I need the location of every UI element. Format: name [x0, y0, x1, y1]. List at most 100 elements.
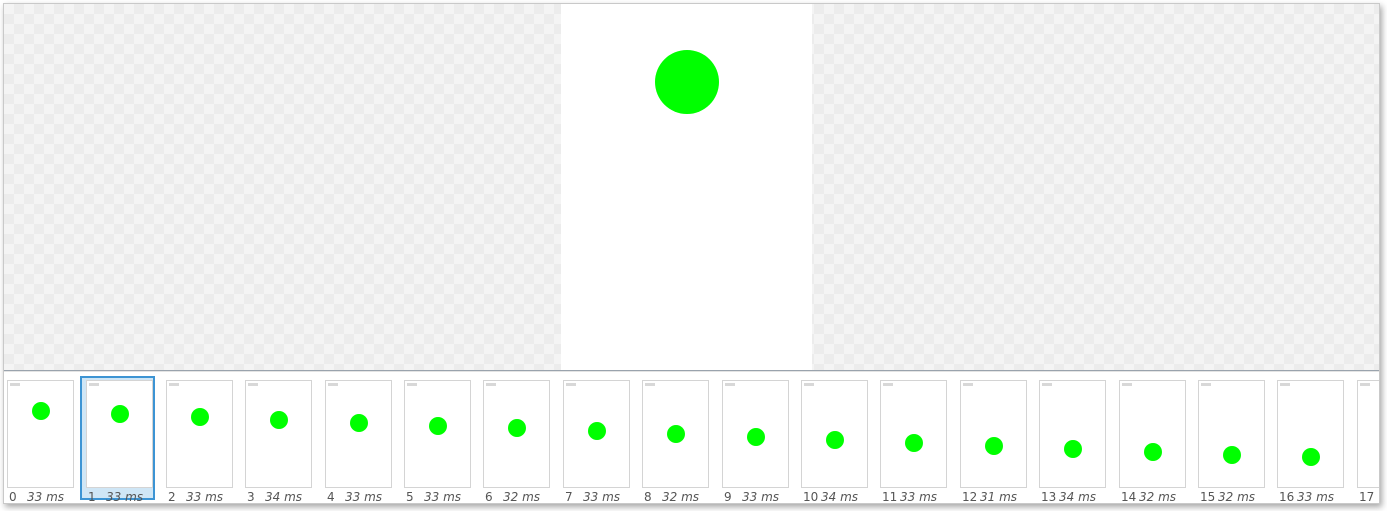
frame-index: 15	[1200, 490, 1216, 504]
green-ball	[350, 414, 368, 432]
frame-thumbnail[interactable]: 2 33 ms	[160, 372, 239, 504]
thumbnail-tab-icon	[1201, 383, 1211, 386]
frame-thumbnail[interactable]: 8 32 ms	[636, 372, 715, 504]
frame-thumbnail-image	[960, 380, 1027, 488]
frame-duration: 31 ms	[980, 490, 1018, 504]
frame-thumbnail[interactable]: 15 32 ms	[1192, 372, 1271, 504]
frame-index: 3	[247, 490, 255, 504]
frame-index: 0	[9, 490, 17, 504]
green-ball	[905, 434, 923, 452]
green-ball	[32, 402, 50, 420]
frame-label: 17	[1359, 490, 1377, 504]
frame-thumbnail-image	[1198, 380, 1265, 488]
frame-label: 3 34 ms	[247, 490, 303, 504]
frame-thumbnail-image	[483, 380, 550, 488]
thumbnail-tab-icon	[804, 383, 814, 386]
thumbnail-tab-icon	[963, 383, 973, 386]
thumbnail-tab-icon	[89, 383, 99, 386]
frame-label: 1 33 ms	[88, 490, 144, 504]
frame-thumbnail-image	[166, 380, 233, 488]
frame-duration: 33 ms	[106, 490, 144, 504]
thumbnail-tab-icon	[486, 383, 496, 386]
thumbnail-tab-icon	[10, 383, 20, 386]
frame-thumbnail[interactable]: 4 33 ms	[319, 372, 398, 504]
frame-duration: 33 ms	[1297, 490, 1335, 504]
frame-thumbnail[interactable]: 10 34 ms	[795, 372, 874, 504]
frame-duration: 32 ms	[1218, 490, 1256, 504]
green-ball	[667, 425, 685, 443]
frame-index: 8	[644, 490, 652, 504]
frame-label: 13 34 ms	[1041, 490, 1097, 504]
thumbnail-tab-icon	[169, 383, 179, 386]
frame-duration: 33 ms	[186, 490, 224, 504]
frame-thumbnail[interactable]: 14 32 ms	[1113, 372, 1192, 504]
frame-thumbnail-image	[880, 380, 947, 488]
frame-thumbnail[interactable]: 12 31 ms	[954, 372, 1033, 504]
green-ball	[985, 437, 1003, 455]
frame-index: 11	[882, 490, 898, 504]
frame-duration: 33 ms	[900, 490, 938, 504]
frame-duration: 34 ms	[1059, 490, 1097, 504]
frame-index: 6	[485, 490, 493, 504]
frame-thumbnail-image	[722, 380, 789, 488]
frame-thumbnail[interactable]: 6 32 ms	[477, 372, 556, 504]
green-ball	[270, 411, 288, 429]
frame-thumbnail[interactable]: 16 33 ms	[1271, 372, 1350, 504]
frame-thumbnail-image	[1039, 380, 1106, 488]
frame-label: 7 33 ms	[565, 490, 621, 504]
frame-duration: 34 ms	[821, 490, 859, 504]
frame-index: 10	[803, 490, 819, 504]
thumbnail-tab-icon	[407, 383, 417, 386]
frame-label: 14 32 ms	[1121, 490, 1177, 504]
frame-thumbnail[interactable]: 13 34 ms	[1033, 372, 1112, 504]
green-ball	[655, 50, 719, 114]
frame-thumbnail[interactable]: 17	[1351, 372, 1379, 504]
green-ball	[747, 428, 765, 446]
frame-thumbnail[interactable]: 1 33 ms	[80, 372, 159, 504]
frame-duration: 33 ms	[345, 490, 383, 504]
green-ball	[508, 419, 526, 437]
frame-thumbnail[interactable]: 11 33 ms	[874, 372, 953, 504]
frame-thumbnail-image	[1277, 380, 1344, 488]
frame-duration: 33 ms	[583, 490, 621, 504]
thumbnail-tab-icon	[1360, 383, 1370, 386]
frame-label: 16 33 ms	[1279, 490, 1335, 504]
frame-thumbnail[interactable]: 0 33 ms	[4, 372, 80, 504]
green-ball	[588, 422, 606, 440]
frame-label: 15 32 ms	[1200, 490, 1256, 504]
frame-thumbnail-image	[325, 380, 392, 488]
animation-inspector-window: 0 33 ms 1 33 ms 2 33 ms 3 34 ms 4 33 ms 5 33 ms 6 32 …	[3, 3, 1380, 504]
frame-duration: 32 ms	[662, 490, 700, 504]
thumbnail-tab-icon	[725, 383, 735, 386]
frame-preview-pane	[4, 4, 1379, 370]
green-ball	[1064, 440, 1082, 458]
frame-duration: 34 ms	[265, 490, 303, 504]
frame-thumbnail-image	[642, 380, 709, 488]
filmstrip[interactable]: 0 33 ms 1 33 ms 2 33 ms 3 34 ms 4 33 ms 5 33 ms 6 32 …	[4, 371, 1379, 504]
frame-label: 12 31 ms	[962, 490, 1018, 504]
frame-thumbnail[interactable]: 3 34 ms	[239, 372, 318, 504]
frame-thumbnail[interactable]: 7 33 ms	[557, 372, 636, 504]
frame-thumbnail-image	[404, 380, 471, 488]
frame-index: 5	[406, 490, 414, 504]
frame-label: 5 33 ms	[406, 490, 462, 504]
frame-thumbnail[interactable]: 5 33 ms	[398, 372, 477, 504]
frame-duration: 32 ms	[503, 490, 541, 504]
frame-thumbnail-image	[801, 380, 868, 488]
green-ball	[1302, 448, 1320, 466]
frame-thumbnail[interactable]: 9 33 ms	[716, 372, 795, 503]
frame-thumbnail-image	[1119, 380, 1186, 488]
thumbnail-tab-icon	[645, 383, 655, 386]
frame-index: 17	[1359, 490, 1375, 504]
thumbnail-tab-icon	[248, 383, 258, 386]
frame-label: 6 32 ms	[485, 490, 541, 504]
frame-index: 13	[1041, 490, 1057, 504]
frame-label: 9 33 ms	[724, 490, 779, 503]
thumbnail-tab-icon	[1042, 383, 1052, 386]
green-ball	[1144, 443, 1162, 461]
thumbnail-tab-icon	[1122, 383, 1132, 386]
frame-label: 0 33 ms	[9, 490, 64, 504]
frame-index: 2	[168, 490, 176, 504]
frame-duration: 33 ms	[424, 490, 462, 504]
frame-duration: 32 ms	[1139, 490, 1177, 504]
